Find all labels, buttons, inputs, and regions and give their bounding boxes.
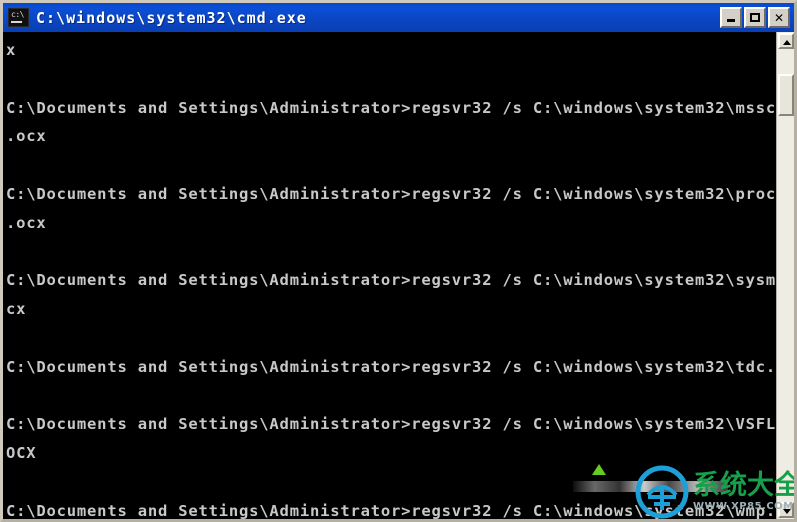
mouse-cursor-artifact xyxy=(592,464,606,475)
scroll-down-arrow-icon[interactable] xyxy=(778,502,794,518)
close-icon: ✕ xyxy=(773,10,785,25)
close-button[interactable]: ✕ xyxy=(768,7,790,28)
minimize-icon xyxy=(722,9,740,26)
cmd-window: C:\windows\system32\cmd.exe ✕ x C:\Docum… xyxy=(0,0,797,522)
console-output-area[interactable]: x C:\Documents and Settings\Administrato… xyxy=(3,32,794,519)
scrollbar-thumb[interactable] xyxy=(778,74,794,116)
console-text: x C:\Documents and Settings\Administrato… xyxy=(6,41,794,519)
screen-smear-artifact xyxy=(573,481,728,492)
maximize-button[interactable] xyxy=(744,7,766,28)
window-controls: ✕ xyxy=(720,7,790,28)
cmd-console-icon xyxy=(8,8,29,27)
title-bar[interactable]: C:\windows\system32\cmd.exe ✕ xyxy=(3,3,794,32)
minimize-button[interactable] xyxy=(720,7,742,28)
scroll-up-arrow-icon[interactable] xyxy=(778,33,794,49)
window-title: C:\windows\system32\cmd.exe xyxy=(36,8,307,27)
maximize-icon xyxy=(746,9,764,26)
vertical-scrollbar[interactable] xyxy=(776,32,794,519)
